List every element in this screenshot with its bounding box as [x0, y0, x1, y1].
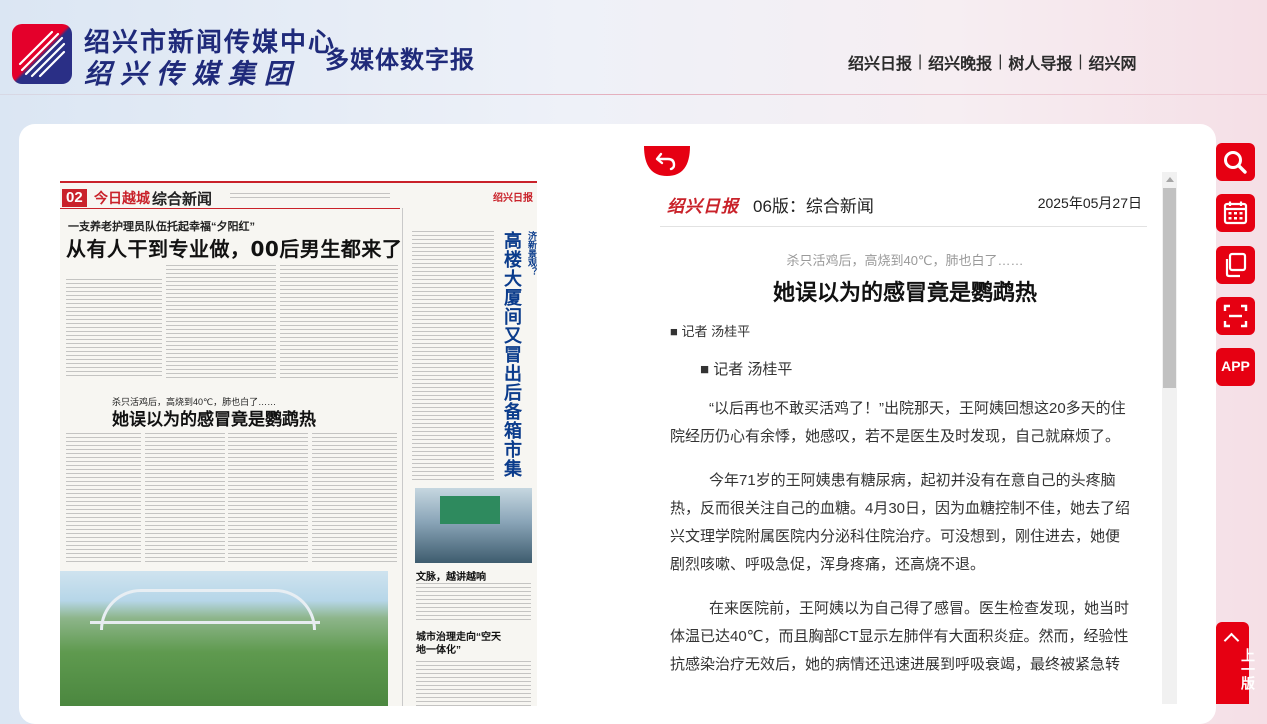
- prev-page-label: 上一版: [1240, 648, 1256, 690]
- nav-separator: |: [918, 53, 923, 70]
- thumb-headline-1[interactable]: 从有人干到专业做，00后男生都来了: [66, 233, 402, 262]
- thumb-text-block: [416, 583, 531, 623]
- thumb-headline-2[interactable]: 她误以为的感冒竟是鹦鹉热: [112, 405, 316, 430]
- search-button[interactable]: [1216, 143, 1255, 181]
- article-byline-top: ■ 记者 汤桂平: [670, 324, 751, 339]
- thumb-side-kicker: 「创」吴越街区“摆”台临时到常驻，成为逛夏又一个夜经济新景观？: [527, 231, 537, 276]
- back-arrow-icon: [644, 146, 690, 176]
- thumb-headline-3[interactable]: 城市治理走向“空天地一体化”: [416, 631, 506, 657]
- page-number-tag: 02: [62, 189, 87, 207]
- thumb-text-block: [166, 265, 276, 380]
- copy-button[interactable]: [1216, 246, 1255, 284]
- issue-date: 2025年05月27日: [1037, 195, 1142, 211]
- page-masthead-logo: 绍兴日报: [493, 193, 533, 204]
- nav-link-shaoxing-evening[interactable]: 绍兴晚报: [928, 50, 992, 74]
- newspaper-page-thumbnail[interactable]: 02 今日越城 综合新闻 绍兴日报 一支养老护理员队伍托起幸福“夕阳红” 从有人…: [60, 181, 537, 706]
- nav-link-shaoxing-daily[interactable]: 绍兴日报: [848, 50, 912, 74]
- page-column-rule: [402, 208, 403, 706]
- back-button[interactable]: [644, 146, 690, 176]
- org-name-line2: 绍兴传媒集团: [84, 59, 300, 90]
- nav-separator: |: [998, 53, 1003, 70]
- paper-brand-logo: 绍兴日报: [667, 197, 739, 217]
- edition-label: 06版：综合新闻: [753, 197, 874, 216]
- page-top-rule: [60, 208, 400, 209]
- app-icon: APP: [1221, 358, 1250, 374]
- scroll-up-arrow-icon[interactable]: [1166, 177, 1174, 182]
- thumb-side-headline[interactable]: 高楼大厦间又冒出后备箱市集: [500, 231, 522, 478]
- article-paragraph: “以后再也不敢买活鸡了！”出院那天，王阿姨回想这20多天的住院经历仍心有余悸，她…: [670, 400, 1126, 445]
- article-byline: ■ 记者 汤桂平: [700, 361, 793, 378]
- thumb-text-block: [66, 279, 162, 379]
- thumb-meeting-photo: [415, 488, 532, 563]
- thumb-text-block: [312, 433, 397, 563]
- scan-icon: [1223, 304, 1248, 328]
- nav-separator: |: [1078, 53, 1083, 70]
- thumb-lake-photo: [60, 571, 388, 706]
- calendar-icon: [1223, 201, 1248, 225]
- article-paragraph: 今年71岁的王阿姨患有糖尿病，起初并没有在意自己的头疼脑热，反而很关注自己的血糖…: [670, 472, 1131, 573]
- article-subtitle: 杀只活鸡后，高烧到40℃，肺也白了……: [786, 253, 1024, 268]
- nav-link-shuren-herald[interactable]: 树人导报: [1008, 50, 1072, 74]
- thumb-text-block: [280, 265, 398, 380]
- thumb-text-block: [145, 433, 225, 563]
- scan-button[interactable]: [1216, 297, 1255, 335]
- thumb-text-block: [228, 433, 308, 563]
- thumb-caption-1[interactable]: 文脉，越讲越响: [416, 568, 486, 583]
- thumb-text-block: [412, 231, 494, 481]
- article-header: 绍兴日报 06版：综合新闻 2025年05月27日: [660, 182, 1147, 227]
- article-scrollbar[interactable]: [1162, 172, 1177, 704]
- scrollbar-thumb[interactable]: [1163, 188, 1176, 388]
- article-body: 杀只活鸡后，高烧到40℃，肺也白了…… 她误以为的感冒竟是鹦鹉热 ■ 记者 汤桂…: [660, 232, 1150, 704]
- top-nav: 绍兴日报 | 绍兴晚报 | 树人导报 | 绍兴网: [848, 50, 1137, 74]
- app-download-button[interactable]: APP: [1216, 348, 1255, 386]
- site-header: 绍兴市新闻传媒中心 绍兴传媒集团 多媒体数字报 绍兴日报 | 绍兴晚报 | 树人…: [0, 0, 1267, 95]
- article-title: 她误以为的感冒竟是鹦鹉热: [772, 280, 1037, 305]
- thumb-text-block: [416, 661, 531, 706]
- copy-icon: [1225, 252, 1247, 278]
- prev-page-button[interactable]: 上一版: [1216, 622, 1256, 704]
- media-center-logo-icon[interactable]: [12, 24, 72, 84]
- nav-link-shaoxing-net[interactable]: 绍兴网: [1089, 50, 1137, 74]
- page-section: 综合新闻: [152, 191, 213, 208]
- product-name: 多媒体数字报: [325, 45, 475, 74]
- header-divider: [0, 94, 1267, 95]
- calendar-button[interactable]: [1216, 194, 1255, 232]
- article-paragraph: 在来医院前，王阿姨以为自己得了感冒。医生检查发现，她当时体温已达40℃，而且胸部…: [670, 600, 1130, 673]
- search-icon: [1224, 151, 1247, 174]
- page-meta-line: [230, 193, 390, 201]
- thumb-kicker-1[interactable]: 一支养老护理员队伍托起幸福“夕阳红”: [68, 218, 255, 234]
- chevron-up-icon: [1223, 632, 1240, 649]
- thumb-text-block: [66, 433, 141, 563]
- page-brand: 今日越城: [94, 191, 150, 207]
